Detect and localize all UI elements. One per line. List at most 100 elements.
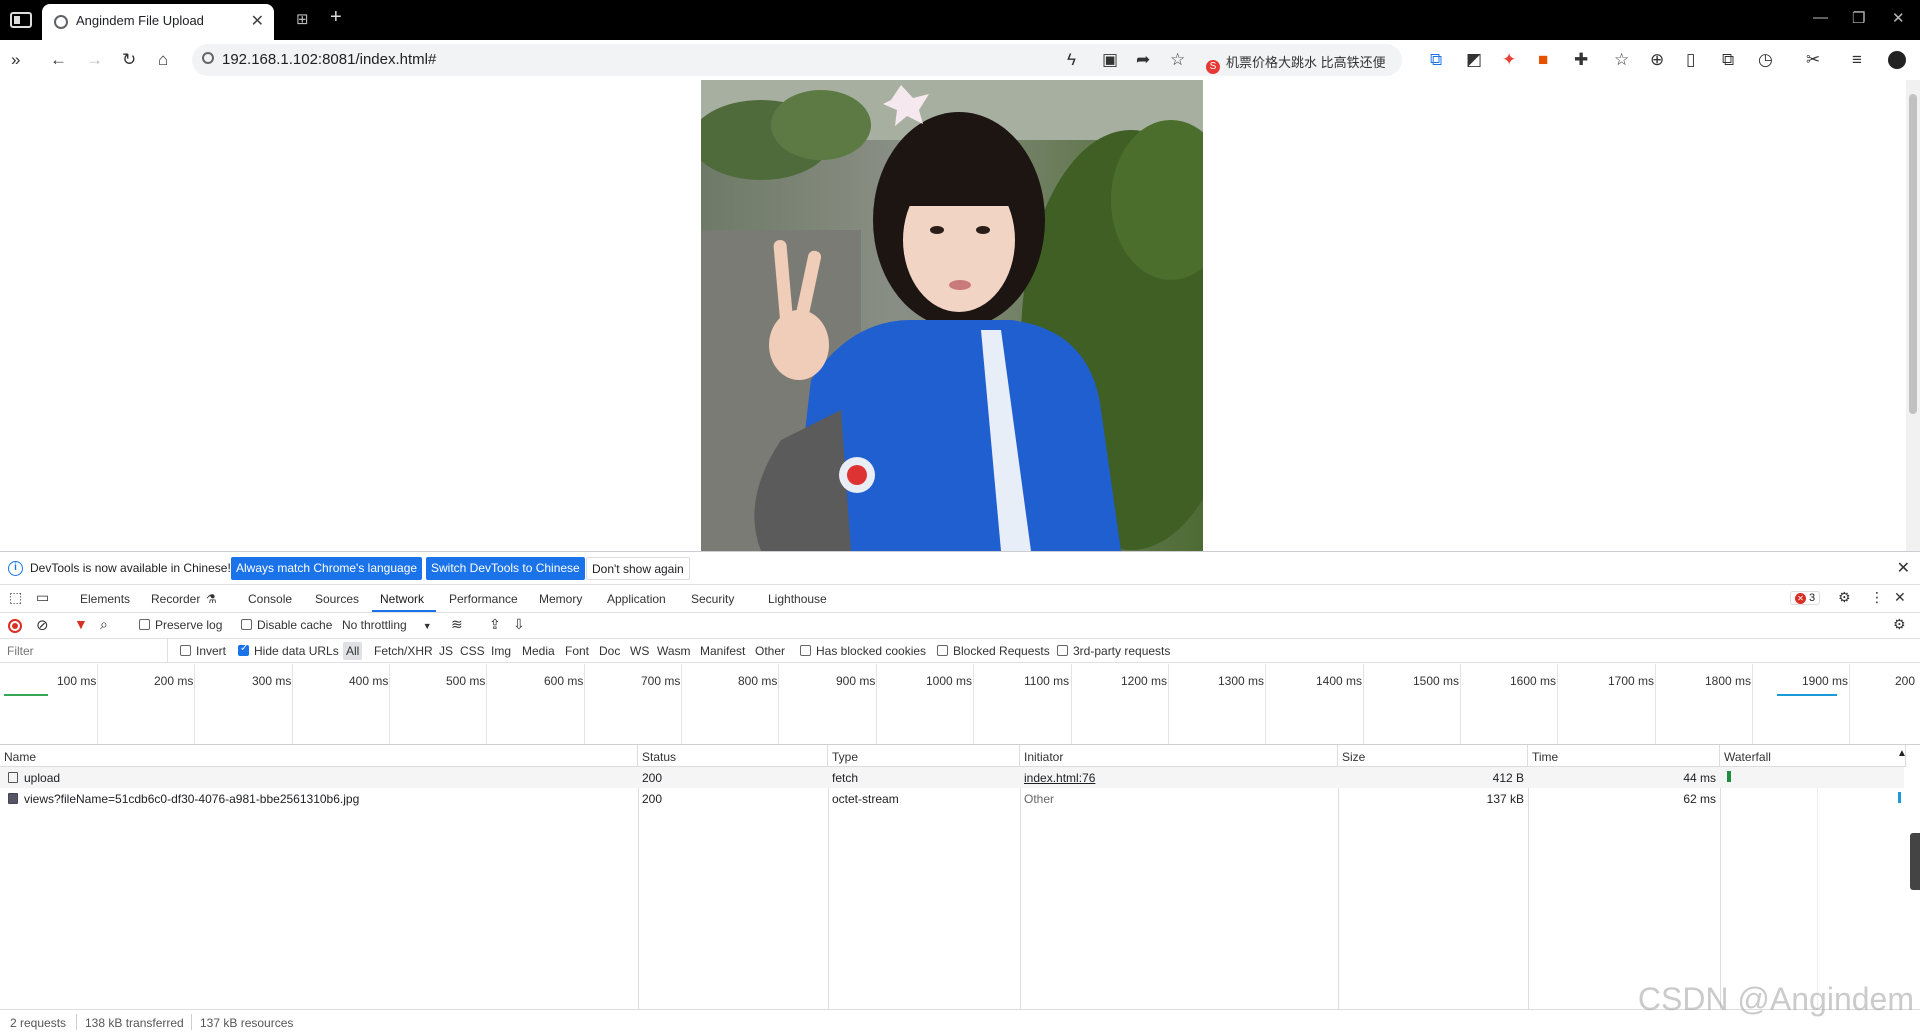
sidebar-toggle-icon[interactable]: » <box>11 50 20 70</box>
network-settings-icon[interactable]: ⚙ <box>1893 616 1906 633</box>
filter-type-media[interactable]: Media <box>522 644 555 658</box>
filter-type-other[interactable]: Other <box>755 644 785 658</box>
request-initiator-link[interactable]: index.html:76 <box>1024 771 1095 785</box>
network-overview-timeline[interactable]: 100 ms 200 ms 300 ms 400 ms 500 ms 600 m… <box>0 664 1920 745</box>
dont-show-again-button[interactable]: Don't show again <box>586 557 690 580</box>
filter-type-js[interactable]: JS <box>439 644 453 658</box>
extension-stock-icon[interactable]: ◩ <box>1466 50 1482 70</box>
tab-console[interactable]: Console <box>248 592 292 606</box>
url-text[interactable]: 192.168.1.102:8081/index.html# <box>222 51 436 68</box>
page-scrollbar-thumb[interactable] <box>1909 94 1917 414</box>
column-header-status[interactable]: Status <box>638 745 828 767</box>
column-header-initiator[interactable]: Initiator <box>1020 745 1338 767</box>
collections-icon[interactable]: ⧉ <box>1722 50 1734 70</box>
browser-tab[interactable]: Angindem File Upload ✕ <box>42 4 274 40</box>
favorites-icon[interactable]: ☆ <box>1614 50 1629 70</box>
drawer-resize-handle[interactable] <box>1910 833 1920 890</box>
tab-grid-icon[interactable]: ⊞ <box>296 10 309 28</box>
filter-type-ws[interactable]: WS <box>630 644 649 658</box>
reload-icon[interactable]: ↻ <box>122 50 136 70</box>
hide-data-urls-checkbox[interactable]: Hide data URLs <box>238 643 339 658</box>
filter-type-img[interactable]: Img <box>491 644 511 658</box>
column-header-size[interactable]: Size <box>1338 745 1528 767</box>
screenshot-icon[interactable]: ▣ <box>1102 50 1118 70</box>
download-icon[interactable]: ⊕ <box>1650 50 1664 70</box>
translate-icon[interactable]: ⧉ <box>1430 50 1442 70</box>
filter-type-manifest[interactable]: Manifest <box>700 644 745 658</box>
inspect-element-icon[interactable]: ⬚ <box>9 589 22 606</box>
record-icon[interactable] <box>8 619 22 633</box>
tab-security[interactable]: Security <box>691 592 734 606</box>
blocked-requests-checkbox[interactable]: Blocked Requests <box>937 644 1050 658</box>
request-name[interactable]: views?fileName=51cdb6c0-df30-4076-a981-b… <box>24 792 359 806</box>
bookmark-star-icon[interactable]: ☆ <box>1170 50 1185 70</box>
invert-checkbox[interactable]: Invert <box>180 644 226 658</box>
export-har-icon[interactable]: ⇩ <box>513 616 525 633</box>
request-name[interactable]: upload <box>24 771 60 785</box>
tab-performance[interactable]: Performance <box>449 592 518 606</box>
third-party-checkbox[interactable]: 3rd-party requests <box>1057 644 1170 658</box>
tab-elements[interactable]: Elements <box>80 592 130 606</box>
waterfall-bar <box>1727 771 1731 782</box>
column-header-time[interactable]: Time <box>1528 745 1720 767</box>
window-menu-icon[interactable] <box>10 12 32 28</box>
window-close-icon[interactable]: ✕ <box>1892 9 1905 27</box>
menu-icon[interactable]: ≡ <box>1852 50 1862 70</box>
network-conditions-icon[interactable]: ≋ <box>451 616 463 633</box>
close-infobar-icon[interactable]: ✕ <box>1897 558 1910 578</box>
throttling-select[interactable]: No throttling ▼ <box>342 618 432 632</box>
error-count-badge[interactable]: 3 <box>1790 591 1821 605</box>
filter-type-doc[interactable]: Doc <box>599 644 620 658</box>
filter-type-all[interactable]: All <box>343 642 363 660</box>
device-toolbar-icon[interactable]: ▭ <box>36 589 49 606</box>
tab-application[interactable]: Application <box>607 592 666 606</box>
restore-icon[interactable]: ❐ <box>1852 9 1865 27</box>
more-options-icon[interactable]: ⋮ <box>1870 589 1884 606</box>
filter-type-wasm[interactable]: Wasm <box>657 644 691 658</box>
extension-pdf-icon[interactable]: ■ <box>1538 50 1548 70</box>
new-tab-button[interactable]: + <box>330 6 342 29</box>
avatar[interactable] <box>1888 51 1906 69</box>
column-header-waterfall[interactable]: Waterfall <box>1720 745 1906 767</box>
cut-icon[interactable]: ✂ <box>1806 50 1820 70</box>
back-icon[interactable]: ← <box>50 50 67 70</box>
table-row[interactable]: views?fileName=51cdb6c0-df30-4076-a981-b… <box>0 788 1904 809</box>
filter-input[interactable] <box>0 639 168 662</box>
share-icon[interactable]: ➦ <box>1136 50 1150 70</box>
filter-type-css[interactable]: CSS <box>460 644 485 658</box>
has-blocked-cookies-checkbox[interactable]: Has blocked cookies <box>800 644 926 658</box>
clear-icon[interactable]: ⊘ <box>36 616 49 634</box>
switch-to-chinese-button[interactable]: Switch DevTools to Chinese <box>426 557 585 580</box>
history-icon[interactable]: ◷ <box>1758 50 1773 70</box>
tab-lighthouse[interactable]: Lighthouse <box>768 592 827 606</box>
import-har-icon[interactable]: ⇪ <box>489 616 501 633</box>
home-icon[interactable]: ⌂ <box>158 50 168 70</box>
filter-type-fetch-xhr[interactable]: Fetch/XHR <box>374 644 433 658</box>
table-row[interactable]: upload 200 fetch index.html:76 412 B 44 … <box>0 767 1904 788</box>
lightning-icon[interactable]: ϟ <box>1067 50 1076 70</box>
close-tab-icon[interactable]: ✕ <box>251 11 264 31</box>
minimize-icon[interactable]: — <box>1813 9 1828 26</box>
tab-network[interactable]: Network <box>380 592 424 606</box>
match-language-button[interactable]: Always match Chrome's language <box>231 557 423 580</box>
phone-icon[interactable]: ▯ <box>1686 50 1695 70</box>
column-header-type[interactable]: Type <box>828 745 1020 767</box>
page-scrollbar[interactable] <box>1906 80 1920 551</box>
settings-gear-icon[interactable]: ⚙ <box>1838 589 1851 606</box>
address-bar[interactable]: 192.168.1.102:8081/index.html# ϟ ▣ ➦ ☆ S… <box>192 44 1402 76</box>
filter-icon[interactable]: ▼ <box>74 616 88 632</box>
column-header-name[interactable]: Name <box>0 745 638 767</box>
tab-memory[interactable]: Memory <box>539 592 582 606</box>
search-icon[interactable]: ⌕ <box>100 616 108 633</box>
preserve-log-checkbox[interactable]: Preserve log <box>139 618 222 632</box>
hot-search[interactable]: S 机票价格大跳水 比高铁还便 <box>1206 52 1396 74</box>
tab-recorder[interactable]: Recorder <box>151 592 200 606</box>
filter-type-font[interactable]: Font <box>565 644 589 658</box>
extension-colorful-icon[interactable]: ✦ <box>1502 50 1516 70</box>
timeline-label: 1800 ms <box>1705 674 1752 688</box>
extensions-puzzle-icon[interactable]: ✚ <box>1574 50 1588 70</box>
disable-cache-checkbox[interactable]: Disable cache <box>241 618 332 632</box>
tab-sources[interactable]: Sources <box>315 592 359 606</box>
forward-icon[interactable]: → <box>86 50 103 70</box>
close-devtools-icon[interactable]: ✕ <box>1894 589 1906 606</box>
